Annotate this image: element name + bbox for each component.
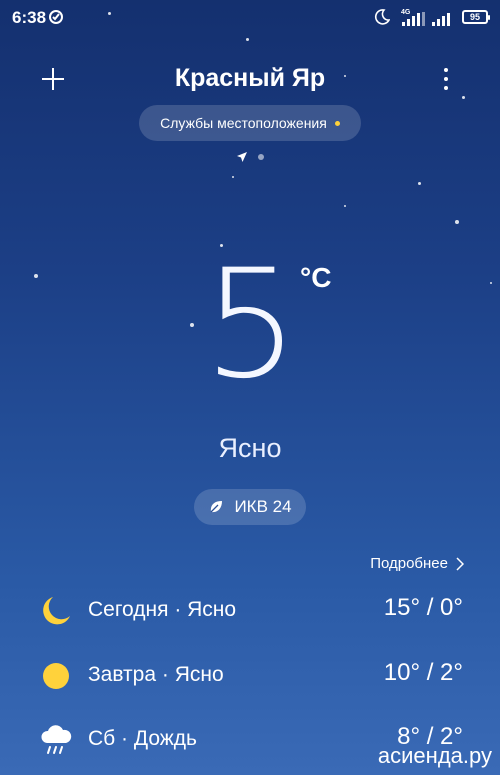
forecast-row-tomorrow[interactable]: Завтра · Ясно 10° / 2°	[0, 655, 500, 695]
battery-level: 95	[469, 11, 480, 22]
forecast-temps: 10° / 2°	[383, 659, 463, 686]
location-services-label: Службы местоположения	[160, 115, 327, 131]
chevron-right-icon	[456, 556, 464, 571]
forecast-label: Завтра · Ясно	[88, 663, 224, 686]
aqi-badge[interactable]: ИКВ 24	[194, 489, 306, 525]
temperature-unit: °C	[300, 262, 332, 293]
more-menu-button[interactable]	[436, 66, 456, 92]
details-link[interactable]: Подробнее	[370, 555, 464, 572]
rain-cloud-icon	[41, 725, 72, 754]
moon-icon	[43, 597, 70, 625]
watermark: асиенда.ру	[377, 743, 492, 768]
status-time: 6:38	[12, 8, 47, 27]
page-indicator	[236, 150, 266, 164]
location-status-dot	[334, 120, 340, 126]
signal-2-icon	[432, 13, 450, 26]
current-condition: Ясно	[218, 433, 282, 463]
sun-icon	[43, 663, 69, 689]
battery-icon: 95	[462, 10, 490, 24]
page-dot	[258, 154, 264, 160]
forecast-label: Сб · Дождь	[88, 727, 197, 750]
location-services-pill[interactable]: Службы местоположения	[139, 105, 361, 141]
details-link-label: Подробнее	[370, 555, 448, 572]
notification-icon	[49, 10, 63, 24]
forecast-label: Сегодня · Ясно	[88, 598, 237, 621]
city-title: Красный Яр	[174, 64, 326, 92]
moon-dnd-icon	[374, 9, 390, 25]
leaf-icon	[210, 501, 223, 513]
location-arrow-icon	[237, 152, 247, 162]
forecast-row-today[interactable]: Сегодня · Ясно 15° / 0°	[0, 590, 500, 630]
signal-icon	[402, 12, 425, 26]
current-temperature: 5	[203, 238, 298, 412]
aqi-label: ИКВ 24	[234, 497, 292, 516]
forecast-temps: 15° / 0°	[383, 594, 463, 621]
status-bar: 6:38 4G 95	[0, 0, 500, 34]
